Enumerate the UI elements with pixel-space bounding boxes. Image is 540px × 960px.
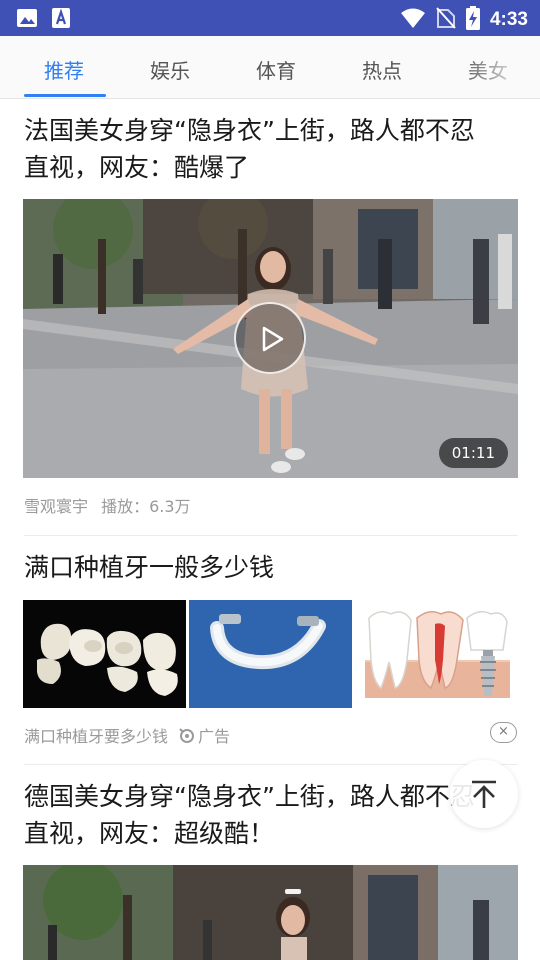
back-to-top-button[interactable]: [450, 760, 518, 828]
wifi-icon: [400, 7, 426, 33]
news-title-line: 直视，网友：超级酷！: [24, 819, 275, 848]
news-title[interactable]: 德国美女身穿“隐身衣”上街，路人都不忍 直视，网友：超级酷！: [24, 778, 520, 852]
video-duration: 01:11: [438, 438, 508, 468]
dental-crowns-image: [23, 600, 186, 708]
news-meta: 雪观寰宇 播放：6.3万: [24, 493, 191, 517]
ad-title[interactable]: 满口种植牙一般多少钱: [24, 549, 520, 586]
news-title[interactable]: 法国美女身穿“隐身衣”上街，路人都不忍 直视，网友：酷爆了: [24, 112, 520, 186]
news-title-line: 德国美女身穿“隐身衣”上街，路人都不忍: [24, 782, 475, 811]
ad-image-crowns[interactable]: [23, 600, 186, 708]
ad-meta: 满口种植牙要多少钱 广告: [24, 723, 230, 747]
tab-recommend[interactable]: 推荐: [44, 55, 84, 84]
ad-image-denture[interactable]: [189, 600, 352, 708]
ad-image-implant[interactable]: [355, 600, 518, 708]
font-download-icon: [52, 7, 70, 33]
dental-implant-diagram-image: [355, 600, 518, 708]
news-author[interactable]: 雪观寰宇: [24, 497, 88, 516]
denture-bridge-image: [189, 600, 352, 708]
no-sim-icon: [436, 7, 456, 33]
play-button[interactable]: [234, 302, 306, 374]
ad-tag-icon: [179, 727, 195, 743]
ad-source[interactable]: 满口种植牙要多少钱: [24, 723, 168, 747]
category-tabs: 推荐 娱乐 体育 热点 美女: [0, 36, 540, 99]
status-bar: 4:33: [0, 0, 540, 36]
image-icon: [16, 7, 38, 33]
news-title-line: 直视，网友：酷爆了: [24, 153, 250, 182]
divider: [24, 764, 518, 765]
tab-entertainment[interactable]: 娱乐: [150, 55, 190, 84]
status-time: 4:33: [489, 9, 528, 30]
news-title-line: 法国美女身穿“隐身衣”上街，路人都不忍: [24, 116, 475, 145]
video-thumbnail[interactable]: [23, 865, 518, 960]
ad-tag: 广告: [178, 723, 230, 747]
ad-close-button[interactable]: ×: [490, 722, 517, 743]
active-tab-indicator: [24, 94, 106, 97]
video-thumbnail[interactable]: 01:11: [23, 199, 518, 478]
arrow-up-icon: [472, 780, 496, 808]
divider: [24, 535, 518, 536]
news-plays: 播放：6.3万: [101, 497, 191, 516]
tab-fade: [460, 36, 540, 98]
play-icon: [262, 326, 284, 352]
tab-sports[interactable]: 体育: [256, 55, 296, 84]
battery-charging-icon: [465, 6, 480, 34]
ad-tag-label: 广告: [198, 727, 231, 746]
street-scene-image: [23, 865, 518, 960]
tab-hot[interactable]: 热点: [362, 55, 402, 84]
